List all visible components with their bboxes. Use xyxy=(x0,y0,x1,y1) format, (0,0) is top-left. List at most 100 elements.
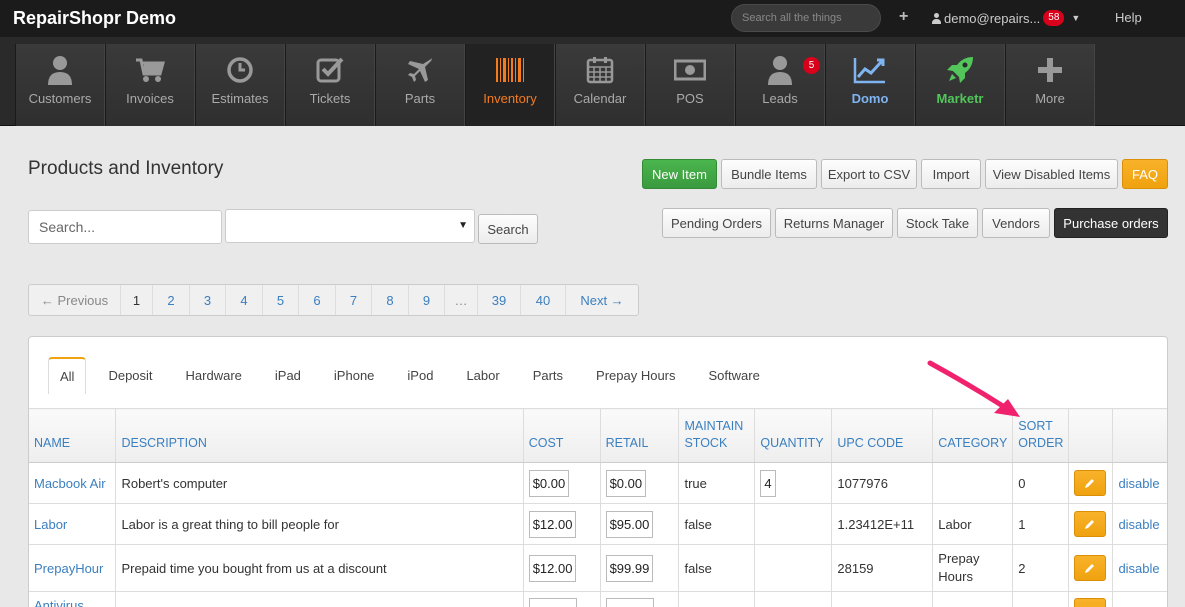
tab-ipad[interactable]: iPad xyxy=(264,357,312,394)
tab-parts[interactable]: Parts xyxy=(522,357,574,394)
column-header-maintain-stock[interactable]: MAINTAIN STOCK xyxy=(678,408,756,463)
returns-manager-button[interactable]: Returns Manager xyxy=(775,208,893,238)
tab-deposit[interactable]: Deposit xyxy=(97,357,163,394)
export-csv-button[interactable]: Export to CSV xyxy=(821,159,917,189)
annotation-arrow-icon xyxy=(927,360,1020,417)
page-link[interactable]: 9 xyxy=(409,285,445,315)
edit-button[interactable] xyxy=(1074,470,1107,496)
page-link[interactable]: 8 xyxy=(372,285,409,315)
import-button[interactable]: Import xyxy=(921,159,981,189)
maintain-stock-value: false xyxy=(678,544,756,592)
quantity-value xyxy=(754,503,833,545)
cost-field[interactable] xyxy=(528,598,577,607)
product-search-input[interactable] xyxy=(28,210,222,244)
column-header-description[interactable]: DESCRIPTION xyxy=(115,408,524,463)
product-name-link[interactable]: Antivirus xyxy=(34,598,84,607)
cost-field[interactable]: $0.00 xyxy=(528,469,570,497)
nav-label: Leads xyxy=(762,91,798,106)
cost-field[interactable]: $12.00 xyxy=(528,510,577,538)
nav-marketr[interactable]: Marketr xyxy=(915,44,1005,126)
user-icon xyxy=(767,54,793,86)
tab-prepay-hours[interactable]: Prepay Hours xyxy=(585,357,686,394)
help-link[interactable]: Help xyxy=(1115,10,1142,25)
column-header-upc[interactable]: UPC CODE xyxy=(831,408,934,463)
tab-all[interactable]: All xyxy=(48,357,87,394)
page-link[interactable]: 7 xyxy=(336,285,372,315)
tab-iphone[interactable]: iPhone xyxy=(323,357,385,394)
rocket-icon xyxy=(946,54,974,86)
nav-more[interactable]: More xyxy=(1005,44,1095,126)
retail-field[interactable] xyxy=(605,598,654,607)
page-link[interactable]: 4 xyxy=(226,285,263,315)
faq-button[interactable]: FAQ xyxy=(1122,159,1168,189)
nav-label: Inventory xyxy=(483,91,537,106)
brand-logo[interactable]: RepairShopr Demo xyxy=(13,8,176,29)
nav-label: POS xyxy=(676,91,704,106)
nav-inventory[interactable]: Inventory xyxy=(465,44,555,126)
purchase-orders-button[interactable]: Purchase orders xyxy=(1054,208,1168,238)
nav-invoices[interactable]: Invoices xyxy=(105,44,195,126)
tab-labor[interactable]: Labor xyxy=(455,357,510,394)
page-link[interactable]: 1 xyxy=(121,285,153,315)
pagination-next[interactable]: Next → xyxy=(566,285,638,315)
edit-button[interactable] xyxy=(1074,598,1107,607)
user-email: demo@repairs... xyxy=(944,10,1041,26)
product-name-link[interactable]: Macbook Air xyxy=(34,476,106,491)
category-select[interactable]: ▼ xyxy=(225,209,475,243)
column-header-cost[interactable]: COST xyxy=(523,408,601,463)
disable-link[interactable]: disable xyxy=(1118,476,1159,491)
new-item-button[interactable]: New Item xyxy=(642,159,717,189)
barcode-icon xyxy=(495,54,525,86)
nav-estimates[interactable]: Estimates xyxy=(195,44,285,126)
column-header-retail[interactable]: RETAIL xyxy=(600,408,680,463)
column-header-name[interactable]: NAME xyxy=(29,408,117,463)
pagination-previous[interactable]: ← Previous xyxy=(29,285,121,315)
quick-add-plus-icon[interactable]: + xyxy=(899,8,908,26)
bundle-items-button[interactable]: Bundle Items xyxy=(721,159,817,189)
page-link[interactable]: 6 xyxy=(299,285,336,315)
edit-button[interactable] xyxy=(1074,555,1107,581)
category-value: Labor xyxy=(932,503,1014,545)
edit-button[interactable] xyxy=(1074,511,1107,537)
main-navigation: Customers Invoices Estimates Tickets Par… xyxy=(0,37,1185,126)
tab-hardware[interactable]: Hardware xyxy=(175,357,253,394)
nav-tickets[interactable]: Tickets xyxy=(285,44,375,126)
nav-customers[interactable]: Customers xyxy=(15,44,105,126)
global-search-input[interactable] xyxy=(731,4,881,32)
nav-parts[interactable]: Parts xyxy=(375,44,465,126)
tab-ipod[interactable]: iPod xyxy=(396,357,444,394)
nav-label: Customers xyxy=(28,91,92,106)
column-header-disable xyxy=(1112,408,1167,463)
nav-calendar[interactable]: Calendar xyxy=(555,44,645,126)
retail-field[interactable]: $99.99 xyxy=(605,554,654,582)
nav-domo[interactable]: Domo xyxy=(825,44,915,126)
page-link[interactable]: 40 xyxy=(521,285,566,315)
retail-field[interactable]: $95.00 xyxy=(605,510,654,538)
product-name-link[interactable]: Labor xyxy=(34,517,67,532)
page-link[interactable]: 5 xyxy=(263,285,299,315)
disable-link[interactable]: disable xyxy=(1118,517,1159,532)
page-title: Products and Inventory xyxy=(28,158,224,179)
checkbox-icon xyxy=(316,54,344,86)
nav-label: Estimates xyxy=(211,91,269,106)
pending-orders-button[interactable]: Pending Orders xyxy=(662,208,771,238)
category-tabs: All Deposit Hardware iPad iPhone iPod La… xyxy=(48,357,782,394)
column-header-quantity[interactable]: QUANTITY xyxy=(754,408,833,463)
vendors-button[interactable]: Vendors xyxy=(982,208,1050,238)
page-link[interactable]: 39 xyxy=(478,285,521,315)
cost-field[interactable]: $12.00 xyxy=(528,554,577,582)
page-link[interactable]: 3 xyxy=(190,285,226,315)
plus-icon xyxy=(1037,54,1063,86)
nav-pos[interactable]: POS xyxy=(645,44,735,126)
user-menu[interactable]: demo@repairs... 58 ▼ xyxy=(931,10,1080,26)
view-disabled-items-button[interactable]: View Disabled Items xyxy=(985,159,1118,189)
product-name-link[interactable]: PrepayHour xyxy=(34,561,103,576)
tab-software[interactable]: Software xyxy=(698,357,771,394)
stock-take-button[interactable]: Stock Take xyxy=(897,208,978,238)
search-button[interactable]: Search xyxy=(478,214,538,244)
retail-field[interactable]: $0.00 xyxy=(605,469,647,497)
disable-link[interactable]: disable xyxy=(1118,561,1159,576)
nav-leads[interactable]: Leads 5 xyxy=(735,44,825,126)
quantity-field[interactable]: 4 xyxy=(760,469,776,497)
page-link[interactable]: 2 xyxy=(153,285,190,315)
